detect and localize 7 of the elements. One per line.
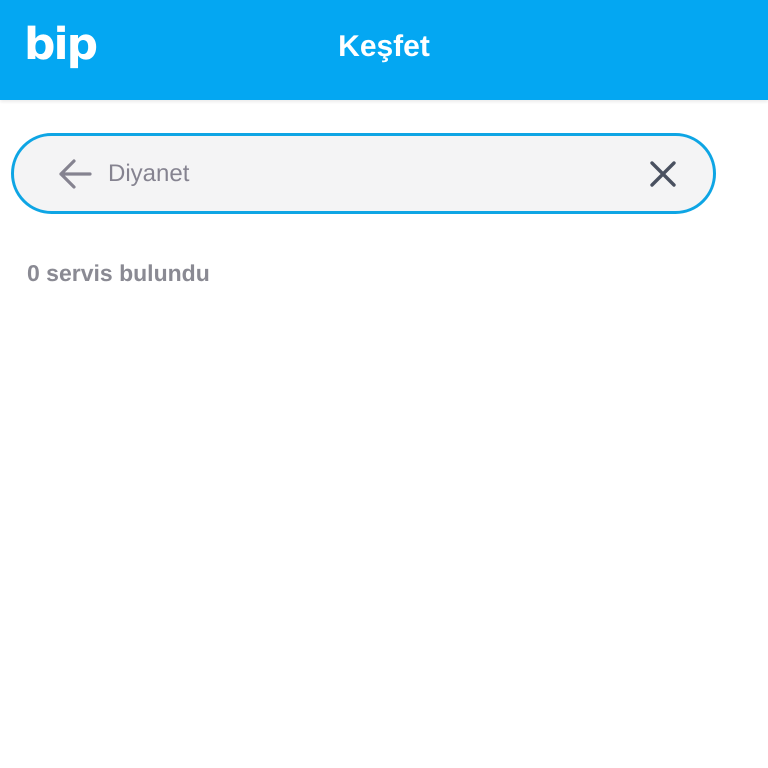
search-field[interactable]: Diyanet [11, 133, 716, 214]
logo: bip [24, 23, 96, 67]
search-input[interactable]: Diyanet [108, 160, 649, 188]
page-title: Keşfet [338, 30, 430, 64]
result-count: 0 servis bulundu [27, 260, 211, 287]
close-icon[interactable] [649, 160, 677, 188]
back-arrow-icon[interactable] [58, 158, 92, 188]
